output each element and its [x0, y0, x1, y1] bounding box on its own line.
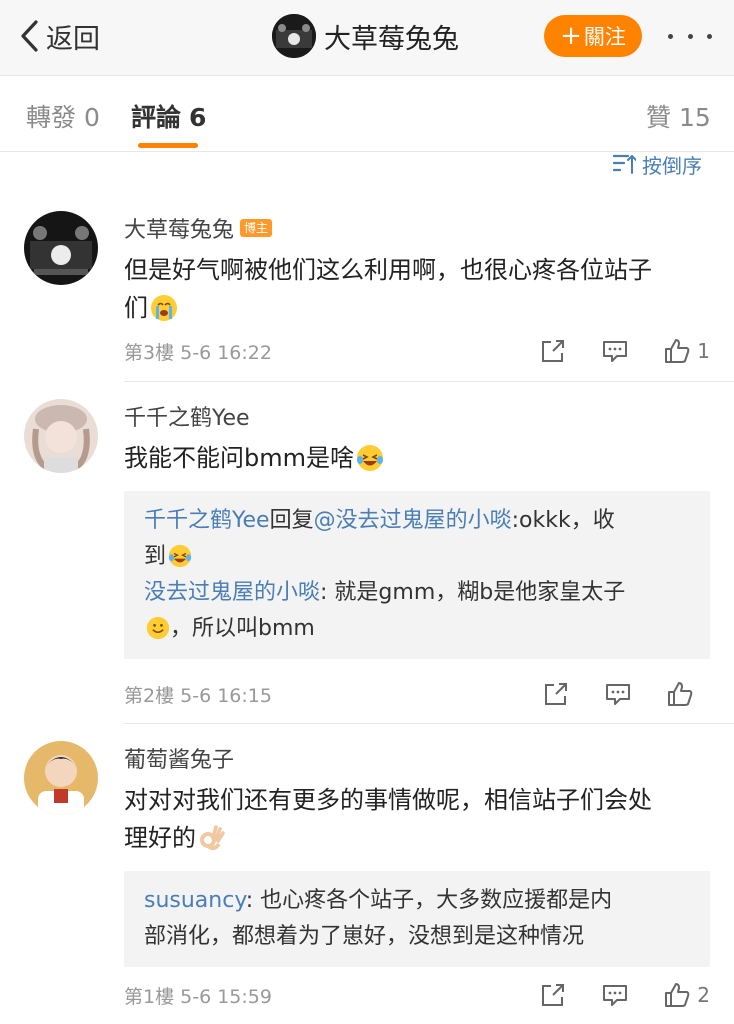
avatar[interactable]	[24, 399, 98, 473]
reply-text: : 就是gmm，糊b是他家皇太子	[320, 580, 626, 605]
laughing-tears-icon	[168, 544, 192, 568]
comment-icon	[603, 341, 628, 362]
reply-text: 到	[144, 544, 167, 569]
comment-meta: 第2樓 5-6 16:15	[124, 679, 710, 709]
back-label: 返回	[46, 23, 100, 55]
reply-thread: susuancy: 也心疼各个站子，大多数应援都是内部消化，都想着为了崽好，没想…	[124, 871, 710, 967]
reply-item[interactable]: 千千之鹤Yee回复@没去过鬼屋的小啖:okkk，收到	[144, 503, 690, 575]
floor-time: 第1樓 5-6 15:59	[124, 985, 272, 1008]
tab-likes[interactable]: 贊 15	[646, 98, 711, 134]
comment-icon	[603, 985, 628, 1006]
sort-toggle[interactable]: 按倒序	[612, 150, 702, 178]
reply-item[interactable]: susuancy: 也心疼各个站子，大多数应援都是内部消化，都想着为了崽好，没想…	[144, 883, 690, 955]
avatar[interactable]	[24, 741, 98, 815]
page-title: 大草莓兔兔	[324, 23, 459, 55]
back-button[interactable]: 返回	[18, 14, 100, 58]
comment-meta: 第1樓 5-6 15:59 2	[124, 980, 710, 1010]
reply-author[interactable]: susuancy	[144, 888, 246, 913]
like-button[interactable]: 1	[663, 337, 710, 365]
top-nav-bar: 返回 大草莓兔兔 + 關注	[0, 0, 734, 76]
reply-author[interactable]: 千千之鹤Yee	[144, 508, 270, 533]
thumbs-up-icon	[665, 983, 690, 1007]
floor-time: 第2樓 5-6 16:15	[124, 684, 272, 707]
follow-label: 關注	[583, 25, 626, 49]
more-dot-icon	[687, 33, 693, 39]
commenter-name[interactable]: 葡萄酱兔子	[124, 742, 234, 774]
tab-reposts-count: 0	[84, 103, 100, 132]
like-count: 1	[697, 339, 710, 363]
divider	[124, 381, 734, 382]
comment-text-line: 理好的	[124, 824, 196, 852]
smile-face-icon	[146, 616, 170, 640]
tab-bar: 轉發 0 評論 6 贊 15	[0, 76, 734, 152]
tab-comments[interactable]: 評論 6	[131, 98, 206, 134]
author-badge: 博主	[240, 219, 273, 237]
comment-text-line: 我能不能问bmm是啥	[124, 444, 354, 472]
tab-likes-count: 15	[679, 103, 711, 132]
reply-author[interactable]: 没去过鬼屋的小啖	[144, 580, 320, 605]
chevron-left-icon	[21, 20, 38, 52]
reply-text: ，所以叫bmm	[170, 616, 315, 641]
reply-text: :okkk，收	[511, 508, 615, 533]
share-button[interactable]	[539, 981, 567, 1009]
divider	[124, 723, 734, 724]
comment-text: 但是好气啊被他们这么利用啊，也很心疼各位站子 们	[124, 251, 710, 327]
commenter-name[interactable]: 大草莓兔兔	[124, 212, 234, 244]
more-options-button[interactable]	[668, 24, 712, 48]
active-tab-indicator	[138, 143, 198, 148]
sort-label: 按倒序	[642, 153, 702, 178]
mention-link[interactable]: @没去过鬼屋的小啖	[314, 508, 512, 533]
tab-comments-label: 評論	[131, 103, 182, 132]
share-icon	[545, 683, 567, 705]
comment-icon	[606, 684, 630, 705]
share-icon	[542, 340, 565, 362]
share-icon	[542, 984, 565, 1006]
thumbs-up-icon	[668, 682, 693, 706]
avatar[interactable]	[272, 14, 316, 58]
like-button[interactable]	[666, 680, 710, 708]
share-button[interactable]	[539, 337, 567, 365]
comment-text: 我能不能问bmm是啥	[124, 439, 710, 477]
reply-text: : 也心疼各个站子，大多数应援都是内	[245, 888, 613, 913]
comment-text-line: 对对对我们还有更多的事情做呢，相信站子们会处	[124, 786, 652, 814]
reply-button[interactable]	[601, 337, 629, 365]
share-button[interactable]	[542, 680, 570, 708]
comment-meta: 第3樓 5-6 16:22 1	[124, 336, 710, 366]
reply-item[interactable]: 没去过鬼屋的小啖: 就是gmm，糊b是他家皇太子 ，所以叫bmm	[144, 575, 690, 647]
comment-text: 对对对我们还有更多的事情做呢，相信站子们会处 理好的	[124, 781, 710, 857]
tab-reposts-label: 轉發	[26, 103, 77, 132]
commenter-name[interactable]: 千千之鹤Yee	[124, 400, 250, 432]
reply-word: 回复	[269, 508, 314, 533]
laughing-tears-icon	[357, 445, 383, 471]
ok-hand-icon	[200, 825, 225, 851]
like-button[interactable]: 2	[663, 981, 710, 1009]
tab-reposts[interactable]: 轉發 0	[26, 98, 100, 134]
reply-text: 部消化，都想着为了崽好，没想到是这种情况	[144, 924, 585, 949]
avatar[interactable]	[24, 211, 98, 285]
reply-button[interactable]	[601, 981, 629, 1009]
more-dot-icon	[707, 33, 712, 39]
sort-order-icon	[612, 154, 636, 174]
tab-comments-count: 6	[189, 103, 207, 132]
comment-text-line: 但是好气啊被他们这么利用啊，也很心疼各位站子	[124, 256, 652, 284]
follow-button[interactable]: + 關注	[544, 15, 642, 57]
tab-likes-label: 贊	[646, 103, 672, 132]
profile-title[interactable]: 大草莓兔兔	[272, 13, 459, 59]
reply-button[interactable]	[604, 680, 632, 708]
reply-thread: 千千之鹤Yee回复@没去过鬼屋的小啖:okkk，收到 没去过鬼屋的小啖: 就是g…	[124, 491, 710, 659]
floor-time: 第3樓 5-6 16:22	[124, 341, 272, 364]
plus-icon: +	[560, 21, 582, 51]
like-count: 2	[697, 983, 710, 1007]
more-dot-icon	[668, 33, 673, 39]
crying-face-icon	[151, 295, 177, 321]
comment-text-line: 们	[124, 294, 148, 322]
thumbs-up-icon	[665, 339, 690, 363]
